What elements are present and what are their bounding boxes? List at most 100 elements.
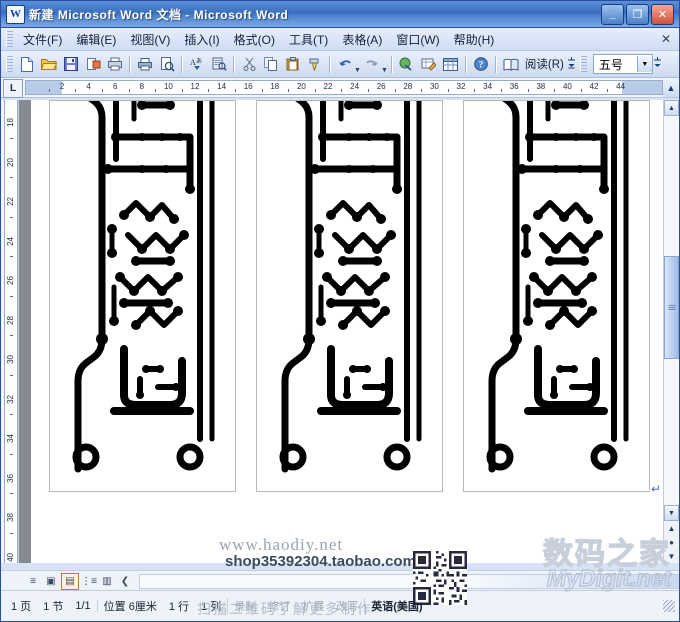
vruler-minor-tick (10, 414, 13, 415)
new-document-icon[interactable] (16, 53, 38, 75)
close-button[interactable]: ✕ (651, 4, 674, 25)
reading-layout-icon[interactable] (500, 53, 522, 75)
view-reading-layout[interactable]: ▥ (99, 574, 115, 589)
toolbar-overflow-button[interactable] (567, 53, 577, 75)
next-page-button[interactable]: ▼ (664, 549, 679, 563)
tab-stop-selector[interactable]: L (3, 79, 23, 98)
horizontal-ruler[interactable]: L 24681012141618202224262830323436384042… (1, 78, 679, 98)
vruler-minor-tick (10, 256, 13, 257)
ruler-scroll-up-icon[interactable]: ▲ (663, 78, 679, 97)
vruler-minor-tick (10, 335, 13, 336)
vertical-ruler-strip[interactable]: 182022242628303234363840 (4, 100, 18, 563)
document-canvas[interactable]: ↵ (19, 100, 663, 563)
ruler-minor-tick (474, 89, 475, 92)
status-overwrite[interactable]: 改写 (330, 598, 365, 614)
view-print-layout[interactable]: ▤ (61, 573, 79, 590)
print-icon[interactable] (134, 53, 156, 75)
standard-toolbar: Aあ ▼ ▼ (1, 51, 679, 78)
vruler-tick-20: 20 (6, 158, 15, 167)
vruler-minor-tick (10, 454, 13, 455)
menu-edit[interactable]: 编辑(E) (69, 29, 123, 50)
menu-insert[interactable]: 插入(I) (177, 29, 226, 50)
status-revise[interactable]: 修订 (262, 598, 296, 614)
right-margin-area (622, 81, 662, 94)
ruler-tick-40: 40 (563, 82, 572, 91)
paste-icon[interactable] (282, 53, 304, 75)
pcb-layout-image-2[interactable] (256, 100, 443, 492)
horizontal-scrollbar[interactable] (139, 574, 679, 589)
status-column: 1 列 (195, 598, 228, 614)
status-bar: 1 页 1 节 1/1 位置 6厘米 1 行 1 列 录制 修订 扩展 改写 英… (1, 590, 679, 621)
formatting-toolbar-grip[interactable] (580, 56, 587, 72)
view-web-layout[interactable]: ▣ (43, 574, 59, 589)
scroll-up-button[interactable]: ▲ (664, 100, 679, 116)
menu-tools[interactable]: 工具(T) (282, 29, 335, 50)
ruler-tick-22: 22 (324, 82, 333, 91)
undo-icon[interactable] (334, 53, 356, 75)
scrollbar-track[interactable] (664, 116, 679, 505)
vertical-scrollbar[interactable]: ▲ ▼ ▲ ● ▼ (663, 100, 679, 563)
minimize-button[interactable]: _ (601, 4, 624, 25)
insert-table-icon[interactable] (440, 53, 462, 75)
view-scroll-left[interactable]: ❮ (117, 574, 133, 589)
view-outline[interactable]: ⋮≡ (81, 574, 97, 589)
print-search-icon[interactable] (104, 53, 126, 75)
ruler-minor-tick (607, 89, 608, 92)
vruler-tick-40: 40 (6, 553, 15, 562)
vruler-minor-tick (10, 296, 13, 297)
status-extend[interactable]: 扩展 (296, 598, 330, 614)
scrollbar-thumb[interactable] (664, 256, 679, 359)
horizontal-ruler-strip[interactable]: 2468101214161820222426283032343638404244 (25, 80, 663, 95)
reading-layout-label[interactable]: 阅读(R) (522, 56, 567, 72)
font-size-combobox[interactable]: 五号 ▼ (593, 54, 653, 74)
copy-icon[interactable] (260, 53, 282, 75)
help-icon[interactable]: ? (470, 53, 492, 75)
status-language[interactable]: 英语(美国) (365, 598, 428, 614)
formatting-overflow-button[interactable] (653, 53, 663, 75)
print-preview-icon[interactable] (156, 53, 178, 75)
redo-icon[interactable] (361, 53, 383, 75)
vruler-tick-26: 26 (6, 276, 15, 285)
ruler-tick-28: 28 (403, 82, 412, 91)
ruler-minor-tick (182, 89, 183, 92)
vruler-minor-tick (10, 138, 13, 139)
pcb-layout-image-3[interactable] (463, 100, 650, 492)
menu-view[interactable]: 视图(V) (123, 29, 177, 50)
menu-grip-handle[interactable] (6, 31, 13, 47)
save-icon[interactable] (60, 53, 82, 75)
ruler-minor-tick (448, 89, 449, 92)
ruler-minor-tick (395, 89, 396, 92)
menu-format[interactable]: 格式(O) (227, 29, 282, 50)
scroll-down-button[interactable]: ▼ (664, 505, 679, 521)
toolbar-grip-handle[interactable] (6, 56, 13, 72)
open-folder-icon[interactable] (38, 53, 60, 75)
document-page[interactable]: ↵ (31, 100, 663, 563)
vruler-tick-28: 28 (6, 316, 15, 325)
hyperlink-icon[interactable] (396, 53, 418, 75)
format-painter-icon[interactable] (304, 53, 326, 75)
vruler-tick-30: 30 (6, 355, 15, 364)
cut-icon[interactable] (238, 53, 260, 75)
close-document-icon[interactable]: ✕ (653, 32, 679, 46)
draw-table-icon[interactable] (418, 53, 440, 75)
maximize-button[interactable]: ❐ (626, 4, 649, 25)
font-size-dropdown-icon[interactable]: ▼ (637, 56, 652, 72)
previous-page-button[interactable]: ▲ (664, 521, 679, 535)
spellcheck-icon[interactable]: Aあ (186, 53, 208, 75)
ruler-minor-tick (129, 89, 130, 92)
select-browse-object-button[interactable]: ● (664, 535, 679, 549)
menu-table[interactable]: 表格(A) (335, 29, 389, 50)
menu-file[interactable]: 文件(F) (16, 29, 69, 50)
status-record[interactable]: 录制 (228, 598, 262, 614)
view-normal[interactable]: ≡ (25, 574, 41, 589)
email-icon[interactable] (82, 53, 104, 75)
research-icon[interactable] (208, 53, 230, 75)
pcb-layout-image-1[interactable] (49, 100, 236, 492)
resize-grip[interactable] (663, 600, 675, 612)
menu-window[interactable]: 窗口(W) (389, 29, 446, 50)
menu-help[interactable]: 帮助(H) (447, 29, 502, 50)
ruler-minor-tick (288, 89, 289, 92)
ruler-minor-tick (368, 89, 369, 92)
ruler-tick-36: 36 (510, 82, 519, 91)
vertical-ruler[interactable]: 182022242628303234363840 (1, 100, 19, 563)
